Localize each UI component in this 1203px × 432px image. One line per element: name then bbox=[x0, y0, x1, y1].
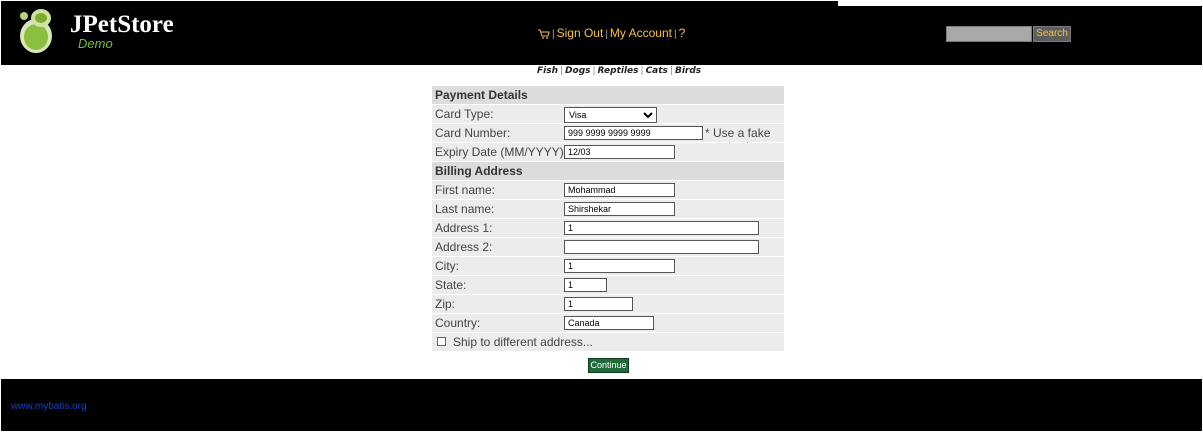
category-link-fish[interactable]: Fish bbox=[537, 66, 558, 76]
country-field[interactable] bbox=[564, 316, 654, 330]
state-label: State: bbox=[435, 278, 467, 292]
address2-row: Address 2: bbox=[432, 238, 784, 257]
logo-title: JPetStore bbox=[70, 11, 174, 38]
header-menu: | Sign Out | My Account |? bbox=[538, 26, 685, 42]
first-name-row: First name: bbox=[432, 181, 784, 200]
last-name-row: Last name: bbox=[432, 200, 784, 219]
category-quick-links: Fish | Dogs | Reptiles | Cats | Birds bbox=[537, 66, 701, 76]
expiry-row: Expiry Date (MM/YYYY): bbox=[432, 143, 784, 162]
card-number-label: Card Number: bbox=[435, 126, 511, 140]
section-title: Billing Address bbox=[435, 164, 523, 178]
zip-field[interactable] bbox=[564, 297, 633, 311]
logo[interactable]: JPetStore Demo bbox=[14, 6, 174, 56]
menu-separator: | bbox=[552, 29, 555, 40]
last-name-label: Last name: bbox=[435, 202, 495, 216]
category-link-cats[interactable]: Cats bbox=[646, 66, 668, 76]
zip-label: Zip: bbox=[435, 297, 456, 311]
first-name-label: First name: bbox=[435, 183, 496, 197]
continue-button[interactable]: Continue bbox=[588, 358, 629, 373]
card-type-select[interactable]: Visa bbox=[564, 107, 657, 123]
country-label: Country: bbox=[435, 316, 481, 330]
address2-label: Address 2: bbox=[435, 240, 493, 254]
header-bar: JPetStore Demo | Sign Out | My Account |? Se… bbox=[0, 0, 1203, 65]
state-row: State: bbox=[432, 276, 784, 295]
category-separator: | bbox=[640, 66, 644, 76]
city-label: City: bbox=[435, 259, 459, 273]
address1-field[interactable] bbox=[564, 221, 759, 235]
category-link-birds[interactable]: Birds bbox=[675, 66, 701, 76]
card-number-row: Card Number: * Use a fake number! bbox=[432, 124, 784, 154]
menu-separator: | bbox=[605, 29, 608, 40]
address1-row: Address 1: bbox=[432, 219, 784, 238]
menu-separator: | bbox=[673, 29, 677, 40]
my-account-link[interactable]: My Account bbox=[610, 26, 672, 40]
header-gap bbox=[838, 0, 1203, 6]
help-link[interactable]: ? bbox=[679, 26, 686, 40]
category-link-reptiles[interactable]: Reptiles bbox=[598, 66, 639, 76]
first-name-field[interactable] bbox=[564, 183, 675, 197]
category-separator: | bbox=[592, 66, 596, 76]
logo-fish-icon bbox=[20, 9, 52, 53]
category-separator: | bbox=[560, 66, 564, 76]
sign-out-link[interactable]: Sign Out bbox=[557, 26, 604, 40]
ship-different-checkbox[interactable] bbox=[437, 337, 446, 346]
expiry-field[interactable] bbox=[564, 145, 675, 159]
address1-label: Address 1: bbox=[435, 221, 493, 235]
zip-row: Zip: bbox=[432, 295, 784, 314]
footer-bar: www.mybatis.org bbox=[0, 379, 1203, 432]
address2-field[interactable] bbox=[564, 240, 759, 254]
mybatis-link[interactable]: www.mybatis.org bbox=[11, 401, 87, 412]
billing-address-header: Billing Address bbox=[432, 162, 784, 181]
payment-form: Payment Details Card Type: Visa Card Num… bbox=[432, 86, 784, 352]
card-number-field[interactable] bbox=[564, 126, 703, 140]
country-row: Country: bbox=[432, 314, 784, 333]
card-type-row: Card Type: Visa bbox=[432, 105, 784, 124]
section-title: Payment Details bbox=[435, 88, 528, 102]
city-row: City: bbox=[432, 257, 784, 276]
category-link-dogs[interactable]: Dogs bbox=[565, 66, 590, 76]
state-field[interactable] bbox=[564, 278, 607, 292]
payment-details-header: Payment Details bbox=[432, 86, 784, 105]
cart-icon[interactable] bbox=[538, 28, 550, 42]
card-type-label: Card Type: bbox=[435, 107, 494, 121]
ship-different-label[interactable]: Ship to different address... bbox=[453, 335, 593, 349]
city-field[interactable] bbox=[564, 259, 675, 273]
expiry-label: Expiry Date (MM/YYYY): bbox=[435, 145, 568, 159]
logo-subtitle: Demo bbox=[78, 36, 113, 51]
category-separator: | bbox=[669, 66, 673, 76]
last-name-field[interactable] bbox=[564, 202, 675, 216]
search-button[interactable]: Search bbox=[1033, 26, 1071, 42]
search-input[interactable] bbox=[946, 26, 1032, 42]
ship-different-row: Ship to different address... bbox=[432, 333, 784, 352]
